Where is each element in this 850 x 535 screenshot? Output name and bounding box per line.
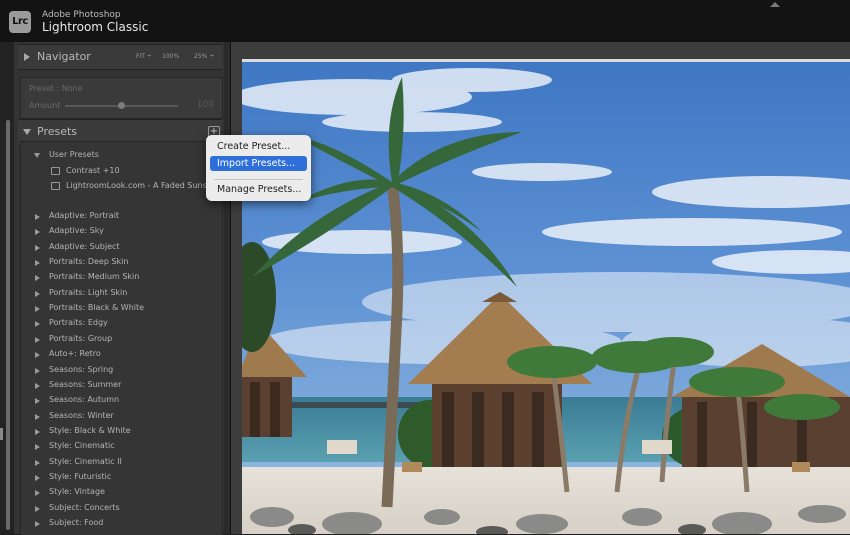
preset-group[interactable]: Subject: Concerts bbox=[49, 503, 120, 512]
presets-title: Presets bbox=[37, 125, 78, 138]
preset-group-expand-icon[interactable] bbox=[35, 260, 40, 266]
zoom-100[interactable]: 100% bbox=[162, 53, 179, 60]
preset-group[interactable]: Portraits: Light Skin bbox=[49, 288, 127, 297]
preset-file-icon bbox=[51, 167, 60, 175]
navigator-header[interactable]: Navigator FIT ÷ 100% 25% ÷ bbox=[18, 44, 222, 70]
preset-group-expand-icon[interactable] bbox=[35, 383, 40, 389]
amount-label: Amount bbox=[29, 101, 61, 110]
preset-group-expand-icon[interactable] bbox=[35, 321, 40, 327]
amount-value: 100 bbox=[196, 100, 214, 110]
left-panel-scrollbar[interactable] bbox=[6, 120, 10, 530]
preset-item-contrast[interactable]: Contrast +10 bbox=[66, 166, 120, 175]
preset-group-user[interactable]: User Presets bbox=[49, 150, 99, 159]
preset-group[interactable]: Style: Vintage bbox=[49, 487, 105, 496]
menu-create-preset[interactable]: Create Preset... bbox=[210, 139, 307, 154]
amount-slider-thumb[interactable] bbox=[117, 102, 125, 109]
preset-amount-box: Preset : None Amount 100 bbox=[20, 77, 223, 119]
navigator-title: Navigator bbox=[37, 50, 91, 63]
lrc-logo: Lrc bbox=[9, 11, 31, 33]
preset-group[interactable]: Portraits: Deep Skin bbox=[49, 257, 128, 266]
zoom-fit[interactable]: FIT ÷ bbox=[136, 53, 152, 60]
preset-group[interactable]: Seasons: Summer bbox=[49, 380, 121, 389]
preset-group-expand-icon[interactable] bbox=[35, 229, 40, 235]
preset-group[interactable]: Style: Cinematic bbox=[49, 441, 115, 450]
preset-group[interactable]: Seasons: Autumn bbox=[49, 395, 119, 404]
preset-group-expand-icon[interactable] bbox=[35, 414, 40, 420]
preset-group[interactable]: Seasons: Spring bbox=[49, 365, 113, 374]
preset-group[interactable]: Seasons: Winter bbox=[49, 411, 114, 420]
user-presets-collapse-icon[interactable] bbox=[34, 153, 40, 158]
preset-group-expand-icon[interactable] bbox=[35, 398, 40, 404]
preset-group-expand-icon[interactable] bbox=[35, 245, 40, 251]
preset-context-menu: Create Preset... Import Presets... Manag… bbox=[206, 135, 311, 201]
app-vendor: Adobe Photoshop bbox=[42, 10, 121, 20]
zoom-25[interactable]: 25% ÷ bbox=[194, 53, 214, 60]
preset-group[interactable]: Auto+: Retro bbox=[49, 349, 101, 358]
photo-preview[interactable] bbox=[242, 62, 850, 534]
preset-group[interactable]: Portraits: Edgy bbox=[49, 318, 108, 327]
preset-group-expand-icon[interactable] bbox=[35, 275, 40, 281]
left-panel-toggle[interactable] bbox=[0, 428, 3, 440]
preset-current: Preset : None bbox=[29, 84, 83, 93]
top-panel-toggle-icon[interactable] bbox=[770, 2, 780, 7]
preset-group-expand-icon[interactable] bbox=[35, 291, 40, 297]
preset-group[interactable]: Portraits: Black & White bbox=[49, 303, 144, 312]
preset-group[interactable]: Style: Cinematic II bbox=[49, 457, 122, 466]
preset-group[interactable]: Style: Black & White bbox=[49, 426, 131, 435]
preset-group-expand-icon[interactable] bbox=[35, 368, 40, 374]
presets-collapse-icon bbox=[23, 129, 31, 135]
preset-group[interactable]: Portraits: Group bbox=[49, 334, 112, 343]
preset-item-faded-sunset[interactable]: LightroomLook.com - A Faded Sunset bbox=[66, 181, 215, 190]
preset-group-expand-icon[interactable] bbox=[35, 214, 40, 220]
preset-group[interactable]: Style: Futuristic bbox=[49, 472, 111, 481]
preset-group-expand-icon[interactable] bbox=[35, 475, 40, 481]
panel-edge bbox=[224, 42, 230, 534]
preset-group[interactable]: Subject: Food bbox=[49, 518, 103, 527]
preset-group-expand-icon[interactable] bbox=[35, 337, 40, 343]
preset-group-expand-icon[interactable] bbox=[35, 521, 40, 527]
menu-manage-presets[interactable]: Manage Presets... bbox=[210, 182, 307, 197]
preset-group-expand-icon[interactable] bbox=[35, 429, 40, 435]
navigator-expand-icon bbox=[24, 53, 30, 61]
title-bar: Lrc Adobe Photoshop Lightroom Classic bbox=[0, 0, 850, 42]
preset-group[interactable]: Adaptive: Subject bbox=[49, 242, 120, 251]
preset-group[interactable]: Adaptive: Sky bbox=[49, 226, 104, 235]
preset-file-icon bbox=[51, 182, 60, 190]
preset-group-expand-icon[interactable] bbox=[35, 490, 40, 496]
preset-group-expand-icon[interactable] bbox=[35, 506, 40, 512]
presets-list: User Presets Contrast +10 LightroomLook.… bbox=[20, 141, 223, 535]
preset-group-expand-icon[interactable] bbox=[35, 306, 40, 312]
preset-group[interactable]: Adaptive: Portrait bbox=[49, 211, 119, 220]
preset-group[interactable]: Portraits: Medium Skin bbox=[49, 272, 139, 281]
app-name: Lightroom Classic bbox=[42, 20, 149, 34]
preset-group-expand-icon[interactable] bbox=[35, 444, 40, 450]
menu-separator bbox=[214, 179, 303, 180]
menu-import-presets[interactable]: Import Presets... bbox=[210, 156, 307, 171]
preset-group-expand-icon[interactable] bbox=[35, 352, 40, 358]
preset-group-expand-icon[interactable] bbox=[35, 460, 40, 466]
